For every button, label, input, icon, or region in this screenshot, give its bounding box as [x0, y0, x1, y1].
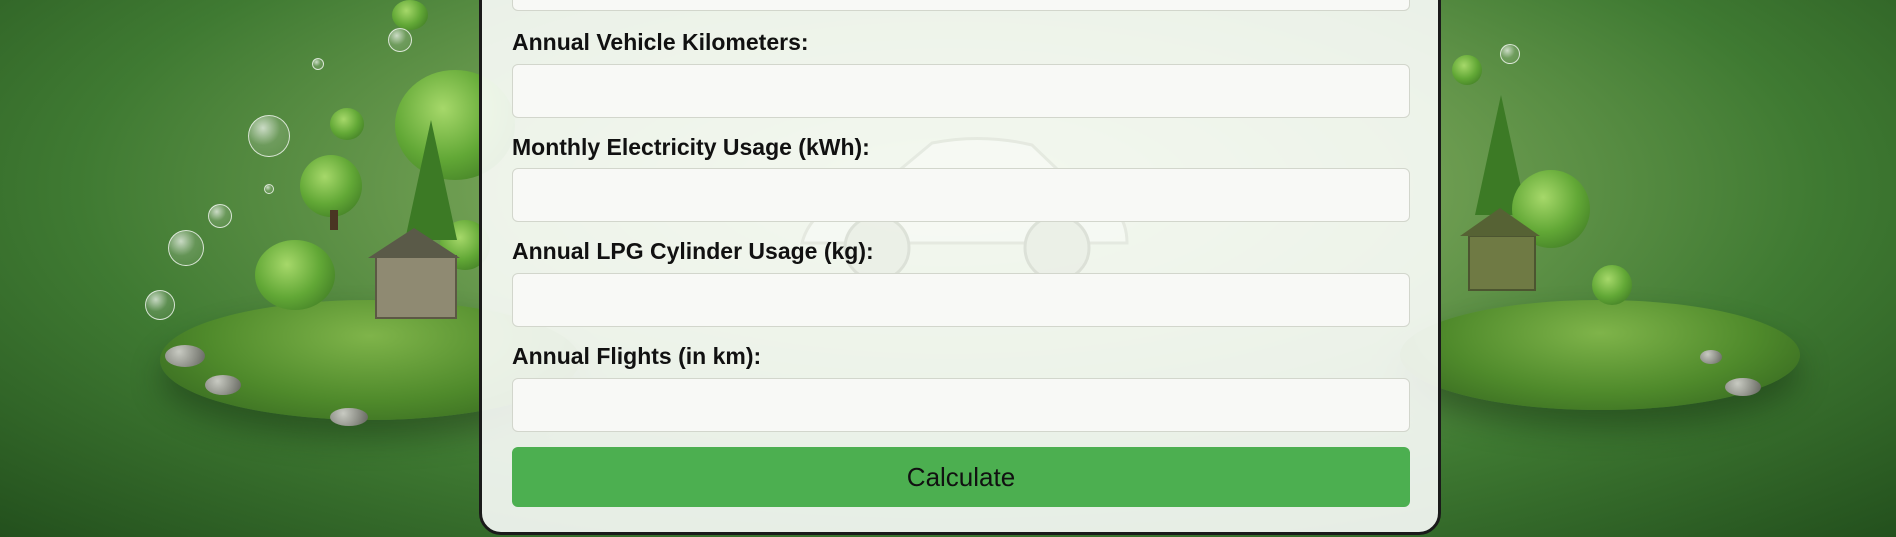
lpg-usage-label: Annual LPG Cylinder Usage (kg): — [512, 238, 874, 264]
bubble — [208, 204, 232, 228]
flights-km-input[interactable] — [512, 378, 1410, 432]
left-house — [375, 255, 457, 319]
left-house-roof — [368, 228, 460, 258]
left-tree — [392, 0, 428, 30]
bubble — [168, 230, 204, 266]
left-tree — [255, 240, 335, 310]
electricity-usage-label: Monthly Electricity Usage (kWh): — [512, 134, 870, 160]
bubble — [264, 184, 274, 194]
carbon-calculator-form: Annual Vehicle Kilometers: Monthly Elect… — [479, 0, 1441, 535]
bubble — [248, 115, 290, 157]
left-tree — [330, 108, 364, 140]
right-house — [1468, 235, 1536, 291]
bubble — [312, 58, 324, 70]
bubble — [145, 290, 175, 320]
left-tree — [300, 155, 362, 217]
left-pine-tree — [405, 120, 457, 240]
flights-km-label: Annual Flights (in km): — [512, 343, 762, 369]
right-rock — [1700, 350, 1722, 364]
left-rock — [165, 345, 205, 367]
electricity-usage-input[interactable] — [512, 168, 1410, 222]
calculate-button[interactable]: Calculate — [512, 447, 1410, 507]
previous-field-input[interactable] — [512, 0, 1410, 11]
vehicle-km-input[interactable] — [512, 64, 1410, 118]
left-tree-trunk — [330, 210, 338, 230]
bubble — [388, 28, 412, 52]
lpg-usage-input[interactable] — [512, 273, 1410, 327]
right-rock — [1725, 378, 1761, 396]
right-tree — [1592, 265, 1632, 305]
left-rock — [205, 375, 241, 395]
right-tree — [1452, 55, 1482, 85]
right-house-roof — [1460, 208, 1540, 236]
bubble — [1500, 44, 1520, 64]
left-rock — [330, 408, 368, 426]
vehicle-km-label: Annual Vehicle Kilometers: — [512, 29, 809, 55]
